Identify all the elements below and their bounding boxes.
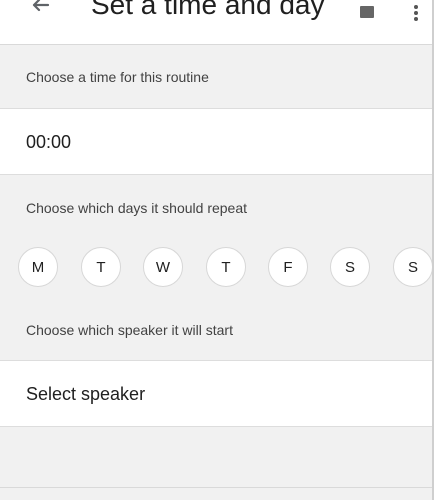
day-friday-button[interactable]: F xyxy=(268,247,308,287)
speaker-section-label: Choose which speaker it will start xyxy=(26,322,233,338)
routine-schedule-screen: Set a time and day Choose a time for thi… xyxy=(0,0,434,500)
day-tuesday-button[interactable]: T xyxy=(81,247,121,287)
page-title: Set a time and day xyxy=(91,0,325,20)
time-section-label: Choose a time for this routine xyxy=(26,69,209,85)
save-icon[interactable] xyxy=(360,6,374,18)
day-saturday-button[interactable]: S xyxy=(330,247,370,287)
time-value: 00:00 xyxy=(26,132,72,152)
time-picker-row[interactable]: 00:00 xyxy=(0,108,434,175)
arrow-left-icon[interactable] xyxy=(28,0,54,18)
speaker-value: Select speaker xyxy=(26,384,146,404)
day-selector: M T W T F S S xyxy=(0,247,434,291)
day-wednesday-button[interactable]: W xyxy=(143,247,183,287)
more-vert-icon[interactable] xyxy=(414,5,418,21)
app-bar: Set a time and day xyxy=(0,0,434,45)
days-section-label: Choose which days it should repeat xyxy=(26,200,248,216)
day-thursday-button[interactable]: T xyxy=(206,247,246,287)
bottom-divider xyxy=(0,487,434,488)
speaker-select-row[interactable]: Select speaker xyxy=(0,360,434,427)
day-monday-button[interactable]: M xyxy=(18,247,58,287)
day-sunday-button[interactable]: S xyxy=(393,247,433,287)
